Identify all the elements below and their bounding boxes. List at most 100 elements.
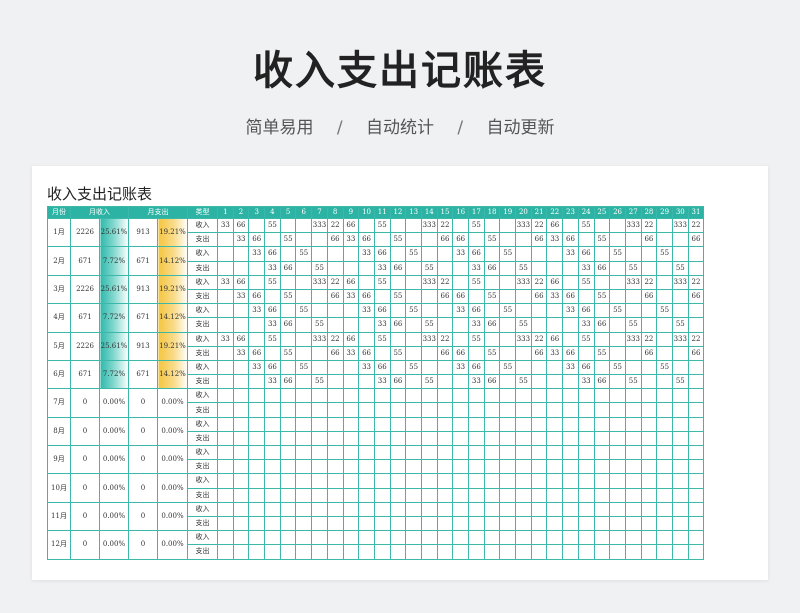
month-cell[interactable]: 11月	[47, 501, 71, 532]
expense-percent-cell[interactable]: 14.12%	[157, 359, 188, 390]
type-expense-cell[interactable]: 支出	[187, 345, 218, 361]
expense-day-cell[interactable]	[295, 260, 313, 276]
expense-day-cell[interactable]	[405, 288, 422, 305]
income-total-cell[interactable]: 671	[70, 246, 100, 276]
expense-day-cell[interactable]: 66	[687, 232, 705, 248]
expense-day-cell[interactable]	[420, 345, 438, 361]
income-total-cell[interactable]: 0	[70, 473, 100, 503]
expense-day-cell[interactable]	[499, 260, 517, 276]
expense-day-cell[interactable]	[342, 487, 360, 503]
expense-day-cell[interactable]	[687, 402, 705, 418]
income-percent-cell[interactable]: 25.61%	[99, 274, 129, 305]
expense-day-cell[interactable]	[358, 515, 375, 532]
expense-day-cell[interactable]	[530, 260, 548, 276]
expense-day-cell[interactable]	[436, 487, 454, 503]
expense-day-cell[interactable]	[671, 345, 689, 361]
expense-day-cell[interactable]	[342, 544, 360, 560]
income-day-cell[interactable]	[593, 501, 611, 517]
expense-day-cell[interactable]	[342, 515, 360, 532]
income-day-cell[interactable]	[687, 416, 705, 432]
expense-total-cell[interactable]: 0	[128, 444, 158, 475]
expense-day-cell[interactable]	[264, 459, 281, 475]
expense-day-cell[interactable]	[530, 487, 548, 503]
expense-day-cell[interactable]	[593, 459, 611, 475]
income-day-cell[interactable]	[468, 388, 485, 404]
income-day-cell[interactable]	[232, 444, 250, 461]
income-day-cell[interactable]	[593, 473, 611, 489]
income-percent-cell[interactable]: 7.72%	[99, 359, 129, 390]
income-day-cell[interactable]	[420, 501, 438, 517]
income-day-cell[interactable]: 66	[232, 217, 250, 234]
income-day-cell[interactable]	[279, 331, 297, 347]
expense-day-cell[interactable]: 66	[358, 232, 375, 248]
expense-day-cell[interactable]	[436, 374, 454, 390]
income-day-cell[interactable]: 55	[609, 303, 626, 319]
income-day-cell[interactable]: 55	[499, 246, 517, 262]
type-expense-cell[interactable]: 支出	[187, 430, 218, 447]
expense-total-cell[interactable]: 913	[128, 217, 158, 248]
expense-day-cell[interactable]: 66	[562, 345, 579, 361]
expense-day-cell[interactable]	[577, 345, 595, 361]
income-day-cell[interactable]	[264, 416, 281, 432]
income-day-cell[interactable]	[624, 444, 642, 461]
income-day-cell[interactable]	[405, 331, 422, 347]
expense-day-cell[interactable]: 55	[311, 260, 328, 276]
income-day-cell[interactable]: 66	[468, 359, 485, 376]
expense-day-cell[interactable]	[593, 402, 611, 418]
income-day-cell[interactable]	[515, 530, 532, 546]
expense-day-cell[interactable]	[326, 487, 344, 503]
income-day-cell[interactable]	[609, 217, 626, 234]
month-cell[interactable]: 5月	[47, 331, 71, 361]
income-day-cell[interactable]	[279, 246, 297, 262]
expense-day-cell[interactable]	[499, 487, 517, 503]
type-income-cell[interactable]: 收入	[187, 303, 218, 319]
expense-day-cell[interactable]	[577, 459, 595, 475]
expense-day-cell[interactable]	[295, 487, 313, 503]
income-day-cell[interactable]: 55	[264, 274, 281, 290]
expense-day-cell[interactable]	[577, 288, 595, 305]
expense-day-cell[interactable]	[483, 515, 501, 532]
income-day-cell[interactable]	[358, 501, 375, 517]
expense-day-cell[interactable]	[624, 459, 642, 475]
expense-day-cell[interactable]: 66	[452, 232, 469, 248]
expense-day-cell[interactable]: 33	[264, 317, 281, 333]
expense-day-cell[interactable]	[405, 459, 422, 475]
expense-day-cell[interactable]	[687, 317, 705, 333]
income-day-cell[interactable]: 333	[624, 274, 642, 290]
expense-day-cell[interactable]: 33	[373, 260, 391, 276]
income-day-cell[interactable]	[279, 473, 297, 489]
income-day-cell[interactable]	[468, 501, 485, 517]
income-day-cell[interactable]	[624, 416, 642, 432]
expense-day-cell[interactable]	[326, 402, 344, 418]
income-day-cell[interactable]	[248, 501, 266, 517]
expense-day-cell[interactable]	[420, 402, 438, 418]
expense-day-cell[interactable]	[405, 430, 422, 447]
income-day-cell[interactable]: 33	[358, 303, 375, 319]
income-day-cell[interactable]	[515, 416, 532, 432]
expense-day-cell[interactable]	[687, 515, 705, 532]
income-day-cell[interactable]	[499, 416, 517, 432]
expense-day-cell[interactable]	[687, 487, 705, 503]
expense-day-cell[interactable]	[232, 515, 250, 532]
month-cell[interactable]: 8月	[47, 416, 71, 447]
expense-day-cell[interactable]	[217, 430, 234, 447]
income-day-cell[interactable]	[593, 303, 611, 319]
expense-day-cell[interactable]	[624, 345, 642, 361]
type-income-cell[interactable]: 收入	[187, 501, 218, 517]
expense-percent-cell[interactable]: 19.21%	[157, 274, 188, 305]
income-day-cell[interactable]	[295, 274, 313, 290]
income-day-cell[interactable]	[389, 303, 407, 319]
income-day-cell[interactable]	[217, 444, 234, 461]
expense-total-cell[interactable]: 0	[128, 501, 158, 532]
expense-day-cell[interactable]	[264, 515, 281, 532]
income-day-cell[interactable]	[436, 444, 454, 461]
expense-percent-cell[interactable]: 0.00%	[157, 473, 188, 503]
income-day-cell[interactable]	[483, 246, 501, 262]
expense-day-cell[interactable]	[248, 430, 266, 447]
expense-day-cell[interactable]: 55	[515, 317, 532, 333]
expense-day-cell[interactable]	[217, 345, 234, 361]
income-day-cell[interactable]	[546, 473, 564, 489]
expense-day-cell[interactable]	[499, 232, 517, 248]
income-day-cell[interactable]: 22	[436, 217, 454, 234]
expense-total-cell[interactable]: 671	[128, 359, 158, 390]
